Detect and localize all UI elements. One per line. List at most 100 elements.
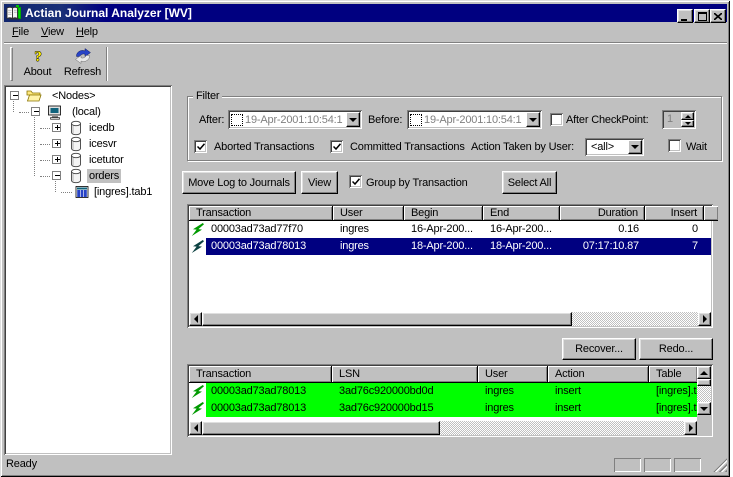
move-log-button[interactable]: Move Log to Journals [182,171,296,194]
expand-icon[interactable] [52,123,61,132]
tree-label-selected[interactable]: orders [87,169,121,183]
before-date-picker[interactable]: 19-Apr-2001:10:54:1 [407,110,542,129]
detail-row[interactable]: 00003ad73ad78013 3ad76c920000bd15 ingres… [189,400,697,417]
scroll-left-button[interactable] [189,312,202,326]
after-date-picker[interactable]: 19-Apr-2001:10:54:1 [228,110,362,129]
column-header-end[interactable]: End [483,206,560,221]
scrollbar-corner [697,415,711,435]
check-icon [197,143,205,151]
scrollbar-thumb[interactable] [202,421,440,435]
minimize-button[interactable] [677,9,693,23]
column-header-stub [704,206,718,221]
tree-item-local[interactable]: (local) [6,104,166,120]
view-button[interactable]: View [301,171,338,194]
cell-end: 18-Apr-200... [483,238,560,255]
action-user-dropdown-button[interactable] [628,140,642,154]
collapse-icon[interactable] [31,107,40,116]
after-date-dropdown-button[interactable] [346,112,360,127]
scrollbar-thumb[interactable] [202,312,572,326]
transaction-row[interactable]: 00003ad73ad77f70 ingres 16-Apr-200... 16… [189,221,711,238]
scroll-up-button[interactable] [697,366,711,379]
column-header-transaction[interactable]: Transaction [189,366,332,383]
tree-label[interactable]: icesvr [87,137,119,151]
column-header-action[interactable]: Action [548,366,649,383]
column-header-lsn[interactable]: LSN [332,366,478,383]
detail-row[interactable]: 00003ad73ad78013 3ad76c920000bd0d ingres… [189,383,697,400]
tree-item-orders[interactable]: orders [6,168,166,184]
scroll-down-button[interactable] [697,402,711,415]
menu-file[interactable]: File [6,24,35,40]
cell-insert: 0 [645,221,704,238]
cell-begin: 16-Apr-200... [404,221,483,238]
check-icon [352,178,360,186]
column-header-table[interactable]: Table [649,366,697,383]
wait-label: Wait [686,141,707,154]
tree-label[interactable]: icetutor [87,153,126,167]
tree-label[interactable]: (local) [70,105,103,119]
tree-label[interactable]: <Nodes> [50,89,97,103]
checkpoint-value: 1 [667,113,673,125]
column-header-transaction[interactable]: Transaction [189,206,333,221]
action-user-combo[interactable]: <all> [585,138,644,156]
move-log-label: Move Log to Journals [188,177,290,189]
column-header-insert[interactable]: Insert [645,206,704,221]
tree-item-nodes[interactable]: <Nodes> [6,88,166,104]
select-all-label: Select All [508,177,551,189]
collapse-icon[interactable] [10,91,19,100]
toolbar-gripper[interactable] [10,47,13,81]
scroll-right-button[interactable] [698,312,711,326]
tree-item-icesvr[interactable]: icesvr [6,136,166,152]
spinner-down-button[interactable] [681,120,694,127]
expand-icon[interactable] [52,155,61,164]
resize-grip[interactable] [713,458,727,472]
tree-label[interactable]: icedb [87,121,116,135]
transactions-hscrollbar[interactable] [202,312,698,326]
tree-item-table[interactable]: [ingres].tab1 [6,184,166,200]
wait-checkbox[interactable] [668,139,681,152]
before-date-dropdown-button[interactable] [526,112,540,127]
menu-help[interactable]: Help [70,24,104,40]
action-user-label: Action Taken by User: [471,141,574,154]
collapse-icon[interactable] [52,171,61,180]
before-date-value: 19-Apr-2001:10:54:1 [424,114,522,126]
cell-table: [ingres].tab1 [649,383,697,400]
column-header-begin[interactable]: Begin [404,206,483,221]
select-all-button[interactable]: Select All [502,171,557,194]
title-bar[interactable]: Actian Journal Analyzer [WV] [4,4,727,22]
chevron-down-icon [631,145,639,149]
cell-begin: 18-Apr-200... [404,238,483,255]
column-header-user[interactable]: User [333,206,404,221]
tree-label[interactable]: [ingres].tab1 [92,185,154,199]
column-header-duration[interactable]: Duration [560,206,645,221]
about-button[interactable]: ? About [15,45,60,83]
checkpoint-spinner[interactable]: 1 [662,110,696,129]
details-vscrollbar[interactable] [697,379,711,402]
tree-item-icetutor[interactable]: icetutor [6,152,166,168]
column-header-user[interactable]: User [478,366,548,383]
scrollbar-thumb[interactable] [697,379,711,386]
group-by-checkbox[interactable] [349,175,362,188]
close-button[interactable] [710,9,726,23]
tree-item-icedb[interactable]: icedb [6,120,166,136]
aborted-checkbox[interactable] [194,140,207,153]
refresh-button[interactable]: Refresh [60,45,105,83]
cell-action: insert [548,383,649,400]
after-date-checkbox[interactable] [231,114,243,126]
transaction-row-selected[interactable]: 00003ad73ad78013 ingres 18-Apr-200... 18… [189,238,711,255]
scroll-left-button[interactable] [189,421,202,435]
menu-view[interactable]: View [35,24,70,40]
committed-checkbox[interactable] [330,140,343,153]
spinner-up-button[interactable] [681,112,694,120]
node-tree: <Nodes> (local) icedb [4,85,172,455]
scroll-right-button[interactable] [684,421,697,435]
expand-icon[interactable] [52,139,61,148]
recover-button[interactable]: Recover... [562,338,636,360]
redo-button[interactable]: Redo... [639,338,713,360]
after-checkpoint-checkbox[interactable] [550,113,563,126]
maximize-button[interactable] [694,9,710,23]
filter-group-title: Filter [193,91,222,102]
help-icon: ? [30,48,46,64]
before-date-checkbox[interactable] [410,114,422,126]
about-label: About [24,66,52,78]
details-hscrollbar[interactable] [202,421,684,435]
